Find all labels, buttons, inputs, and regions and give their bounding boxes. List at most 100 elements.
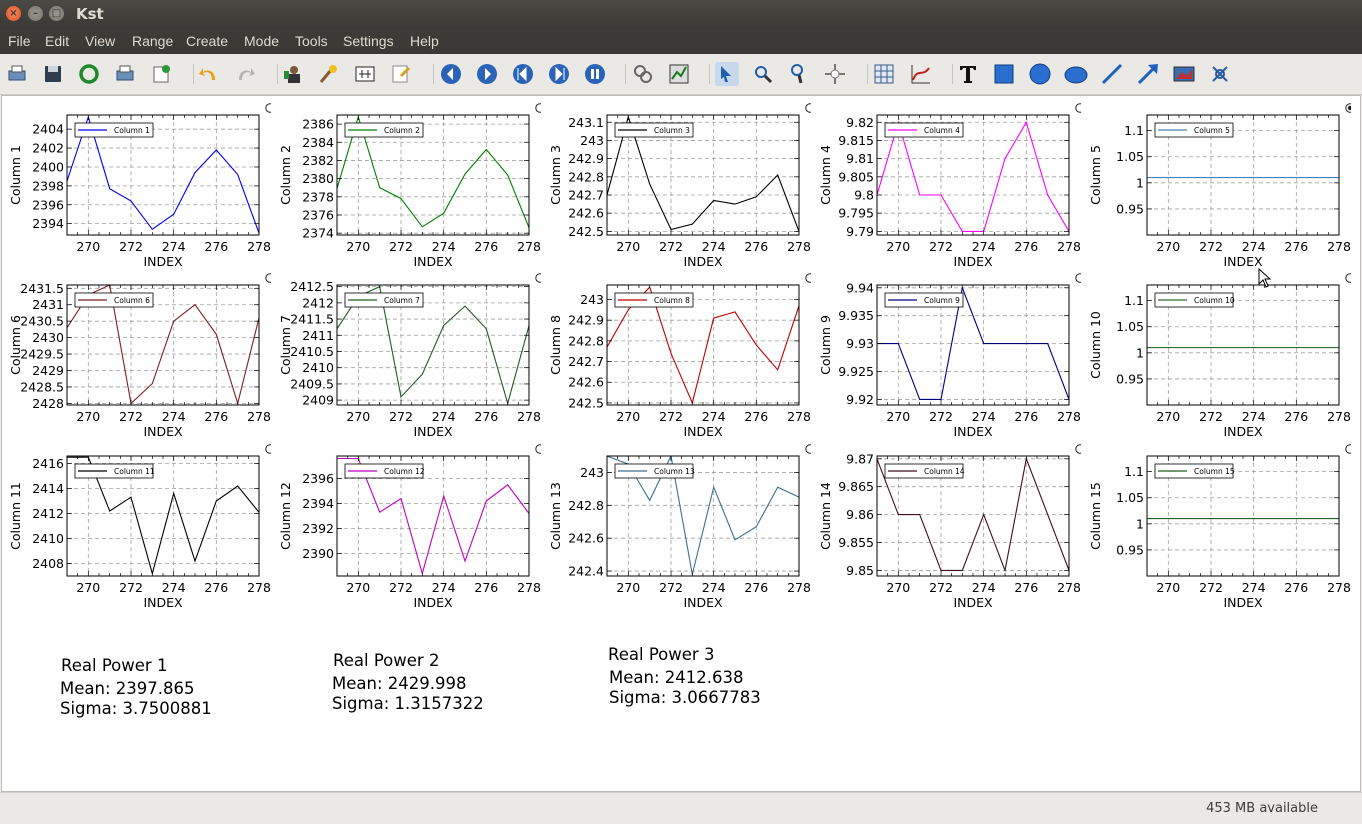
real-power-3-title: Real Power 3 (608, 645, 714, 664)
plot-select-radio (806, 445, 811, 453)
x-tick-label: 270 (886, 580, 910, 595)
plot-6[interactable]: 27027227427627824282428.524292429.524302… (3, 266, 271, 436)
plot-10[interactable]: 2702722742762780.9511.051.1INDEXColumn 1… (1083, 266, 1351, 436)
plot-14[interactable]: 2702722742762789.859.8559.869.8659.87IND… (813, 437, 1081, 607)
y-tick-label: 242.7 (568, 188, 604, 203)
menu-tools[interactable]: Tools (295, 33, 328, 49)
circle-button[interactable] (1028, 62, 1052, 86)
x-tick-label: 278 (517, 409, 541, 424)
legend: Column 4 (885, 123, 963, 137)
plot-9[interactable]: 2702722742762789.929.9259.939.9359.94IND… (813, 266, 1081, 436)
y-axis-label: Column 2 (278, 145, 293, 205)
real-power-2-mean: Mean: 2429.998 (332, 674, 467, 693)
redo-button[interactable] (233, 62, 257, 86)
text-icon (956, 62, 980, 86)
log-button[interactable] (149, 62, 173, 86)
title-bar: × – □ Kst (0, 0, 1362, 29)
plot-5[interactable]: 2702722742762780.9511.051.1INDEXColumn 5… (1083, 96, 1351, 266)
y-axis-label: Column 10 (1088, 311, 1103, 379)
reload-button[interactable] (77, 62, 101, 86)
x-tick-label: 276 (204, 409, 228, 424)
change-dialog-button[interactable] (389, 62, 413, 86)
zoom-x-button[interactable] (751, 62, 775, 86)
y-axis-label: Column 12 (278, 482, 293, 550)
y-tick-label: 1.1 (1124, 464, 1144, 479)
y-tick-label: 9.935 (838, 308, 874, 323)
menu-create[interactable]: Create (186, 33, 228, 49)
x-tick-label: 276 (474, 239, 498, 254)
x-axis-label: INDEX (683, 424, 723, 436)
y-tick-label: 2392 (302, 521, 334, 536)
save-button[interactable] (41, 62, 65, 86)
plot-2[interactable]: 2702722742762782374237623782380238223842… (273, 96, 541, 266)
change-dialog-icon (389, 62, 413, 86)
picture-button[interactable] (1172, 62, 1196, 86)
x-tick-label: 276 (1284, 580, 1308, 595)
print-button[interactable] (5, 62, 29, 86)
layout-icon (823, 62, 847, 86)
read-from-end-button[interactable] (511, 62, 535, 86)
shared-axis-button[interactable] (1208, 62, 1232, 86)
print-button[interactable] (113, 62, 137, 86)
ellipse-button[interactable] (1064, 62, 1088, 86)
box-button[interactable] (992, 62, 1016, 86)
x-tick-label: 274 (432, 580, 456, 595)
menu-view[interactable]: View (85, 33, 115, 49)
plot-7[interactable]: 27027227427627824092409.524102410.524112… (273, 266, 541, 436)
plot-select-radio (1076, 445, 1081, 453)
line-icon (1100, 62, 1124, 86)
zoom-y-button[interactable] (787, 62, 811, 86)
y-tick-label: 9.865 (838, 479, 874, 494)
toolbar-separator (277, 64, 278, 84)
plot-12[interactable]: 2702722742762782390239223942396INDEXColu… (273, 437, 541, 607)
plot-11[interactable]: 27027227427627824082410241224142416INDEX… (3, 437, 271, 607)
plot-select-radio (1076, 104, 1081, 112)
menu-settings[interactable]: Settings (343, 33, 394, 49)
plot-select-radio (806, 274, 811, 282)
menu-range[interactable]: Range (132, 33, 173, 49)
tied-zoom-button[interactable] (631, 62, 655, 86)
minimize-button[interactable]: – (28, 6, 43, 21)
plot-4[interactable]: 2702722742762789.799.7959.89.8059.819.81… (813, 96, 1081, 266)
line-button[interactable] (1100, 62, 1124, 86)
plot-13[interactable]: 270272274276278242.4242.6242.8243INDEXCo… (543, 437, 811, 607)
plot-3[interactable]: 270272274276278242.5242.6242.7242.8242.9… (543, 96, 811, 266)
data-manager-button[interactable] (281, 62, 305, 86)
x-axis-label: INDEX (953, 254, 993, 266)
layout-button[interactable] (823, 62, 847, 86)
y-tick-label: 9.87 (846, 451, 874, 466)
maximize-button[interactable]: □ (49, 6, 64, 21)
data-wizard-button[interactable] (317, 62, 341, 86)
arrow-button[interactable] (1136, 62, 1160, 86)
y-tick-label: 242.5 (568, 395, 604, 410)
undo-button[interactable] (197, 62, 221, 86)
forward-button[interactable] (475, 62, 499, 86)
plot-15[interactable]: 2702722742762780.9511.051.1INDEXColumn 1… (1083, 437, 1351, 607)
legend-label: Column 10 (1194, 296, 1235, 305)
plot-8[interactable]: 270272274276278242.5242.6242.7242.8242.9… (543, 266, 811, 436)
x-tick-label: 276 (474, 580, 498, 595)
x-tick-label: 274 (972, 409, 996, 424)
y-tick-label: 2410 (302, 360, 334, 375)
pause-button[interactable] (583, 62, 607, 86)
plot-button[interactable] (908, 62, 932, 86)
close-button[interactable]: × (6, 6, 21, 21)
menu-help[interactable]: Help (410, 33, 439, 49)
y-tick-label: 9.815 (838, 133, 874, 148)
menu-edit[interactable]: Edit (45, 33, 69, 49)
menu-file[interactable]: File (8, 33, 31, 49)
menu-mode[interactable]: Mode (244, 33, 279, 49)
zoom-select-button[interactable] (715, 62, 739, 86)
x-tick-label: 278 (517, 580, 541, 595)
x-axis-label: INDEX (1223, 424, 1263, 436)
zoom-y-icon (787, 62, 811, 86)
back-button[interactable] (439, 62, 463, 86)
x-tick-label: 274 (702, 239, 726, 254)
zoom-xy-button[interactable] (667, 62, 691, 86)
read-to-end-button[interactable] (547, 62, 571, 86)
y-tick-label: 2396 (302, 471, 334, 486)
change-data-file-button[interactable] (353, 62, 377, 86)
plot-1[interactable]: 270272274276278239423962398240024022404I… (3, 96, 271, 266)
text-button[interactable] (956, 62, 980, 86)
table-button[interactable] (872, 62, 896, 86)
